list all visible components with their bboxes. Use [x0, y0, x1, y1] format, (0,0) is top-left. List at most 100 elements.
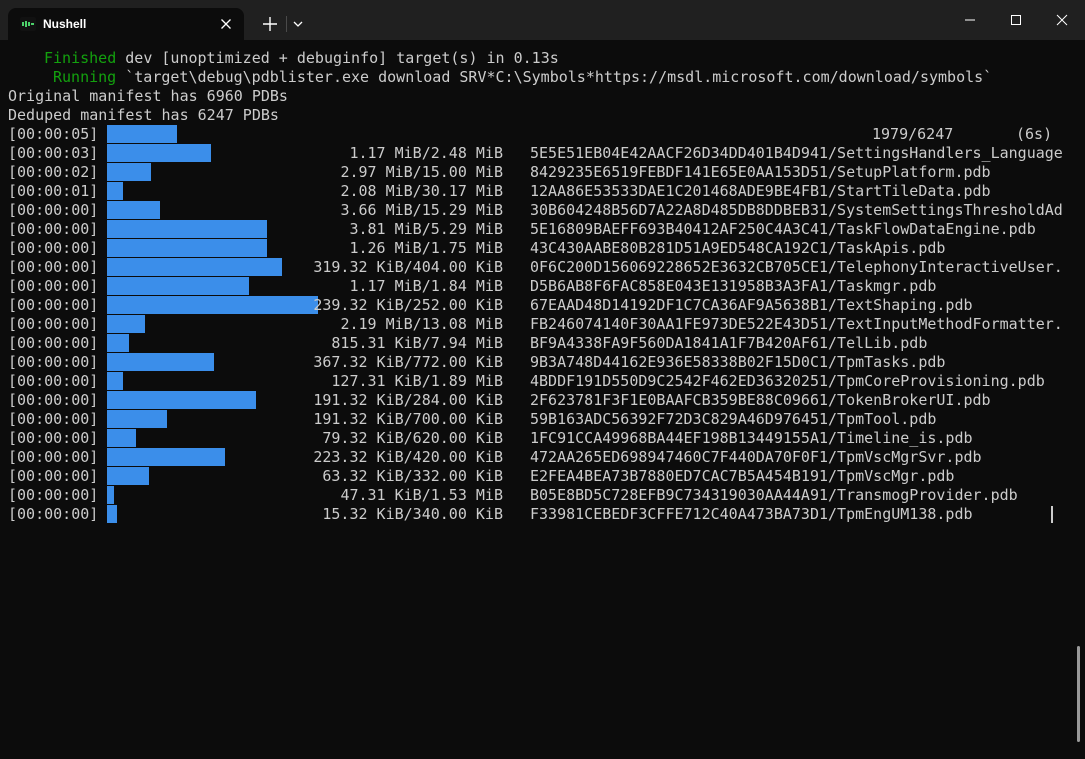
- download-size: 1.26 MiB/1.75 MiB: [349, 239, 503, 257]
- deduped-manifest-line: Deduped manifest has 6247 PDBs: [8, 106, 279, 124]
- download-progress-bar: [107, 505, 117, 523]
- download-pdb-name: 8429235E6519FEBDF141E65E0AA153D51/SetupP…: [530, 163, 991, 181]
- download-size: 191.32 KiB/284.00 KiB: [313, 391, 503, 409]
- new-tab-plus-icon[interactable]: [258, 12, 282, 36]
- running-keyword: Running: [53, 68, 117, 86]
- download-size: 223.32 KiB/420.00 KiB: [313, 448, 503, 466]
- download-timer: [00:00:00]: [8, 410, 99, 428]
- download-timer: [00:00:00]: [8, 467, 99, 485]
- download-timer: [00:00:03]: [8, 144, 99, 162]
- download-size: 127.31 KiB/1.89 MiB: [331, 372, 503, 390]
- minimize-icon: [965, 19, 975, 21]
- download-pdb-name: 5E5E51EB04E42AACF26D34DD401B4D941/Settin…: [530, 144, 1063, 162]
- terminal-window: Nushell Finished dev [unoptimized + debu…: [0, 0, 1085, 759]
- download-progress-bar: [107, 372, 123, 390]
- download-pdb-name: F33981CEBEDF3CFFE712C40A473BA73D1/TpmEng…: [530, 505, 973, 523]
- download-timer: [00:00:00]: [8, 486, 99, 504]
- download-timer: [00:00:00]: [8, 220, 99, 238]
- finished-text: dev [unoptimized + debuginfo] target(s) …: [116, 49, 559, 67]
- minimize-button[interactable]: [947, 0, 993, 40]
- download-pdb-name: 0F6C200D156069228652E3632CB705CE1/Teleph…: [530, 258, 1063, 276]
- tab-title: Nushell: [43, 17, 87, 31]
- download-progress-bar: [107, 429, 136, 447]
- download-pdb-name: 43C430AABE80B281D51A9ED548CA192C1/TaskAp…: [530, 239, 946, 257]
- download-size: 2.19 MiB/13.08 MiB: [340, 315, 503, 333]
- finished-keyword: Finished: [44, 49, 117, 67]
- download-progress-bar: [107, 163, 151, 181]
- download-timer: [00:00:00]: [8, 334, 99, 352]
- download-progress-bar: [107, 277, 249, 295]
- download-size: 815.31 KiB/7.94 MiB: [331, 334, 503, 352]
- download-pdb-name: D5B6AB8F6FAC858E043E131958B3A3FA1/Taskmg…: [530, 277, 937, 295]
- download-progress-bar: [107, 353, 214, 371]
- terminal-prompt-icon: [20, 17, 36, 31]
- chevron-down-icon[interactable]: [288, 12, 308, 36]
- download-size: 79.32 KiB/620.00 KiB: [322, 429, 503, 447]
- download-size: 3.66 MiB/15.29 MiB: [340, 201, 503, 219]
- titlebar-divider: [286, 16, 287, 32]
- download-progress-bar: [107, 334, 129, 352]
- download-size: 191.32 KiB/700.00 KiB: [313, 410, 503, 428]
- download-pdb-name: 472AA265ED698947460C7F440DA70F0F1/TpmVsc…: [530, 448, 982, 466]
- download-size: 319.32 KiB/404.00 KiB: [313, 258, 503, 276]
- build-finished-line: Finished dev [unoptimized + debuginfo] t…: [44, 49, 559, 68]
- close-icon: [1056, 14, 1068, 26]
- download-pdb-name: 5E16809BAEFF693B40412AF250C4A3C41/TaskFl…: [530, 220, 1036, 238]
- download-size: 15.32 KiB/340.00 KiB: [322, 505, 503, 523]
- download-progress-bar: [107, 258, 282, 276]
- download-size: 1.17 MiB/2.48 MiB: [349, 144, 503, 162]
- download-progress-bar: [107, 315, 145, 333]
- download-timer: [00:00:00]: [8, 239, 99, 257]
- download-timer: [00:00:00]: [8, 258, 99, 276]
- text-cursor: [1051, 506, 1053, 523]
- download-pdb-name: 67EAAD48D14192DF1C7CA36AF9A5638B1/TextSh…: [530, 296, 973, 314]
- overall-count: 1979/6247: [872, 125, 954, 143]
- download-progress-bar: [107, 391, 256, 409]
- overall-progress-bar: [107, 125, 177, 143]
- download-progress-bar: [107, 201, 160, 219]
- download-pdb-name: 30B604248B56D7A22A8D485DB8DDBEB31/System…: [530, 201, 1063, 219]
- download-timer: [00:00:00]: [8, 429, 99, 447]
- download-timer: [00:00:00]: [8, 353, 99, 371]
- download-size: 2.97 MiB/15.00 MiB: [340, 163, 503, 181]
- download-progress-bar: [107, 486, 114, 504]
- download-progress-bar: [107, 182, 123, 200]
- download-pdb-name: 4BDDF191D550D9C2542F462ED36320251/TpmCor…: [530, 372, 1045, 390]
- close-window-button[interactable]: [1039, 0, 1085, 40]
- download-timer: [00:00:00]: [8, 315, 99, 333]
- download-pdb-name: 12AA86E53533DAE1C201468ADE9BE4FB1/StartT…: [530, 182, 991, 200]
- download-timer: [00:00:00]: [8, 391, 99, 409]
- download-pdb-name: 1FC91CCA49968BA44EF198B13449155A1/Timeli…: [530, 429, 973, 447]
- download-pdb-name: BF9A4338FA9F560DA1841A1F7B420AF61/TelLib…: [530, 334, 928, 352]
- download-timer: [00:00:02]: [8, 163, 99, 181]
- download-timer: [00:00:00]: [8, 372, 99, 390]
- download-pdb-name: B05E8BD5C728EFB9C734319030AA44A91/Transm…: [530, 486, 1018, 504]
- overall-elapsed: (6s): [1016, 125, 1053, 143]
- overall-timer: [00:00:05]: [8, 125, 99, 143]
- download-progress-bar: [107, 448, 225, 466]
- terminal-output[interactable]: Finished dev [unoptimized + debuginfo] t…: [0, 40, 1085, 759]
- scrollbar-thumb[interactable]: [1077, 646, 1080, 742]
- build-running-line: Running `target\debug\pdblister.exe down…: [53, 68, 992, 87]
- download-progress-bar: [107, 410, 167, 428]
- close-tab-icon[interactable]: [218, 16, 234, 32]
- download-timer: [00:00:01]: [8, 182, 99, 200]
- maximize-button[interactable]: [993, 0, 1039, 40]
- download-size: 63.32 KiB/332.00 KiB: [322, 467, 503, 485]
- download-progress-bar: [107, 220, 267, 238]
- download-pdb-name: 59B163ADC56392F72D3C829A46D976451/TpmToo…: [530, 410, 937, 428]
- download-size: 3.81 MiB/5.29 MiB: [349, 220, 503, 238]
- download-progress-bar: [107, 296, 318, 314]
- download-pdb-name: 9B3A748D44162E936E58338B02F15D0C1/TpmTas…: [530, 353, 946, 371]
- download-progress-bar: [107, 144, 211, 162]
- download-size: 2.08 MiB/30.17 MiB: [340, 182, 503, 200]
- tab-nushell[interactable]: Nushell: [8, 8, 244, 40]
- download-timer: [00:00:00]: [8, 448, 99, 466]
- download-timer: [00:00:00]: [8, 201, 99, 219]
- download-pdb-name: FB246074140F30AA1FE973DE522E43D51/TextIn…: [530, 315, 1063, 333]
- title-bar: Nushell: [0, 0, 1085, 40]
- download-timer: [00:00:00]: [8, 505, 99, 523]
- download-size: 239.32 KiB/252.00 KiB: [313, 296, 503, 314]
- maximize-icon: [1011, 15, 1021, 25]
- download-size: 47.31 KiB/1.53 MiB: [340, 486, 503, 504]
